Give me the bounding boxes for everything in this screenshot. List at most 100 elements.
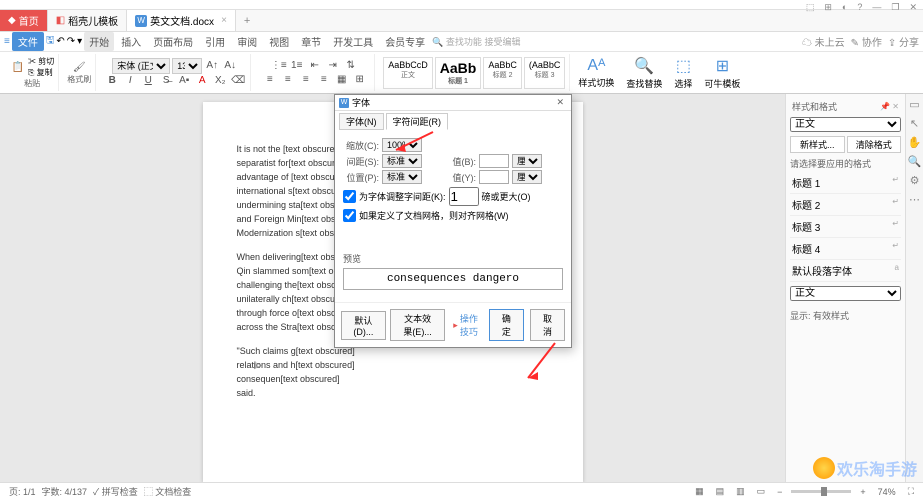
tab-add[interactable]: + bbox=[236, 15, 258, 27]
tab-template[interactable]: ◧ 稻壳儿模板 bbox=[48, 10, 127, 31]
view-web-icon[interactable]: ▤ bbox=[713, 486, 728, 497]
win-btn-2[interactable]: ⊞ bbox=[822, 1, 834, 14]
indent-inc-icon[interactable]: ⇥ bbox=[325, 59, 341, 73]
show-filter[interactable]: 显示: 有效样式 bbox=[790, 309, 901, 322]
grow-font-icon[interactable]: A↑ bbox=[204, 59, 220, 73]
align-justify-icon[interactable]: ≡ bbox=[316, 73, 332, 87]
style-h2[interactable]: AaBbC标题 2 bbox=[483, 57, 522, 89]
side-more-icon[interactable]: ⋯ bbox=[909, 193, 920, 206]
scale-select[interactable]: 100% bbox=[382, 138, 422, 152]
shading-icon[interactable]: ▦ bbox=[334, 73, 350, 87]
cloud-status[interactable]: ☁ 未上云 bbox=[802, 34, 845, 49]
zoom-in-icon[interactable]: + bbox=[857, 487, 868, 497]
style-switch-btn[interactable]: Aᴬ样式切换 bbox=[574, 57, 618, 89]
strike-icon[interactable]: S̶ bbox=[158, 74, 174, 88]
tab-document[interactable]: W 英文文档.docx × bbox=[127, 10, 236, 31]
cut-btn[interactable]: ✂ 剪切 bbox=[28, 56, 54, 67]
bullets-icon[interactable]: ⋮≡ bbox=[271, 59, 287, 73]
toolbar-undo-icon[interactable]: ↶ bbox=[56, 36, 64, 47]
pane-pin-icon[interactable]: 📌 bbox=[880, 102, 890, 111]
zoom-out-icon[interactable]: − bbox=[774, 487, 785, 497]
menu-insert[interactable]: 插入 bbox=[116, 32, 146, 51]
side-gear-icon[interactable]: ⚙ bbox=[910, 174, 920, 187]
font-select[interactable]: 宋体 (正文) bbox=[112, 58, 170, 74]
indent-dec-icon[interactable]: ⇤ bbox=[307, 59, 323, 73]
dialog-tab-font[interactable]: 字体(N) bbox=[339, 113, 384, 130]
status-spell[interactable]: ✓ 拼写检查 bbox=[90, 485, 141, 498]
body-style-select[interactable]: 正文 bbox=[790, 286, 901, 301]
style-h1[interactable]: AaBb标题 1 bbox=[435, 57, 482, 89]
toolbar-redo-icon[interactable]: ↷ bbox=[67, 36, 75, 47]
style-row-h4[interactable]: 标题 4↵ bbox=[790, 238, 901, 260]
view-outline-icon[interactable]: ▥ bbox=[733, 486, 748, 497]
cowork-template-btn[interactable]: ⊞可牛模板 bbox=[700, 56, 744, 90]
spacing-select[interactable]: 标准 bbox=[382, 154, 422, 168]
side-select-icon[interactable]: ▭ bbox=[909, 98, 919, 111]
win-btn-4[interactable]: ? bbox=[855, 1, 864, 14]
bold-icon[interactable]: B bbox=[104, 74, 120, 88]
style-h3[interactable]: (AaBbC标题 3 bbox=[524, 57, 566, 89]
view-read-icon[interactable]: ▭ bbox=[754, 486, 769, 497]
spacing-unit-select[interactable]: 厘米 bbox=[512, 154, 542, 168]
view-print-icon[interactable]: ▦ bbox=[692, 486, 707, 497]
kerning-value-input[interactable] bbox=[449, 187, 479, 206]
file-menu[interactable]: 文件 bbox=[12, 32, 44, 51]
kerning-checkbox[interactable] bbox=[343, 190, 356, 203]
menu-references[interactable]: 引用 bbox=[200, 32, 230, 51]
style-row-h2[interactable]: 标题 2↵ bbox=[790, 194, 901, 216]
menu-member[interactable]: 会员专享 bbox=[380, 32, 430, 51]
position-select[interactable]: 标准 bbox=[382, 170, 422, 184]
new-style-btn[interactable]: 新样式... bbox=[790, 136, 845, 153]
search-box[interactable]: 🔍 查找功能 接受编辑 bbox=[432, 35, 520, 48]
toolbar-more-icon[interactable]: ▾ bbox=[77, 36, 82, 47]
shrink-font-icon[interactable]: A↓ bbox=[222, 59, 238, 73]
zoom-value[interactable]: 74% bbox=[875, 487, 899, 497]
win-btn-min[interactable]: — bbox=[870, 1, 883, 14]
win-btn-max[interactable]: ❐ bbox=[889, 1, 901, 14]
underline-icon[interactable]: U bbox=[140, 74, 156, 88]
clear-format-btn[interactable]: 清除格式 bbox=[847, 136, 902, 153]
highlight-icon[interactable]: A▪ bbox=[176, 74, 192, 88]
align-left-icon[interactable]: ≡ bbox=[262, 73, 278, 87]
style-row-h1[interactable]: 标题 1↵ bbox=[790, 172, 901, 194]
numbering-icon[interactable]: 1≡ bbox=[289, 59, 305, 73]
find-replace-btn[interactable]: 🔍查找替换 bbox=[622, 56, 666, 90]
default-button[interactable]: 默认(D)... bbox=[341, 311, 386, 340]
tab-close-icon[interactable]: × bbox=[221, 15, 227, 26]
operation-tips-link[interactable]: ▸操作技巧 bbox=[449, 310, 483, 340]
align-right-icon[interactable]: ≡ bbox=[298, 73, 314, 87]
snap-grid-checkbox[interactable] bbox=[343, 209, 356, 222]
line-spacing-icon[interactable]: ⇅ bbox=[343, 59, 359, 73]
win-btn-1[interactable]: ⬚ bbox=[804, 1, 817, 14]
status-page[interactable]: 页: 1/1 bbox=[6, 485, 39, 498]
cancel-button[interactable]: 取消 bbox=[530, 309, 565, 341]
zoom-slider[interactable] bbox=[791, 490, 851, 493]
pane-close-icon[interactable]: ✕ bbox=[892, 102, 899, 111]
tab-home[interactable]: ◆ 首页 bbox=[0, 10, 48, 31]
format-painter-icon[interactable]: 🖌 bbox=[71, 60, 87, 74]
position-unit-select[interactable]: 厘米 bbox=[512, 170, 542, 184]
clear-format-icon[interactable]: ⌫ bbox=[230, 74, 246, 88]
spacing-value-input[interactable] bbox=[479, 154, 509, 168]
text-effect-button[interactable]: 文本效果(E)... bbox=[390, 309, 445, 341]
subscript-icon[interactable]: X₂ bbox=[212, 74, 228, 88]
status-doc-check[interactable]: ⬚ 文档检查 bbox=[141, 485, 195, 498]
italic-icon[interactable]: I bbox=[122, 74, 138, 88]
side-search-icon[interactable]: 🔍 bbox=[908, 155, 922, 168]
style-row-default-para[interactable]: 默认段落字体a bbox=[790, 260, 901, 282]
fullscreen-icon[interactable]: ⛶ bbox=[905, 486, 917, 497]
dialog-tab-spacing[interactable]: 字符间距(R) bbox=[386, 113, 449, 130]
menu-view[interactable]: 视图 bbox=[264, 32, 294, 51]
ok-button[interactable]: 确定 bbox=[489, 309, 524, 341]
app-menu-icon[interactable]: ≡ bbox=[4, 36, 10, 47]
paste-icon[interactable]: 📋 bbox=[10, 60, 26, 74]
win-btn-3[interactable]: ◐ bbox=[840, 1, 849, 14]
menu-review[interactable]: 审阅 bbox=[232, 32, 262, 51]
toolbar-save-icon[interactable]: 🖫 bbox=[46, 33, 55, 50]
style-body[interactable]: AaBbCcD正文 bbox=[383, 57, 433, 89]
menu-devtools[interactable]: 开发工具 bbox=[328, 32, 378, 51]
status-words[interactable]: 字数: 4/137 bbox=[39, 485, 91, 498]
menu-start[interactable]: 开始 bbox=[84, 32, 114, 51]
align-center-icon[interactable]: ≡ bbox=[280, 73, 296, 87]
share-link[interactable]: ⇪ 分享 bbox=[888, 34, 919, 49]
